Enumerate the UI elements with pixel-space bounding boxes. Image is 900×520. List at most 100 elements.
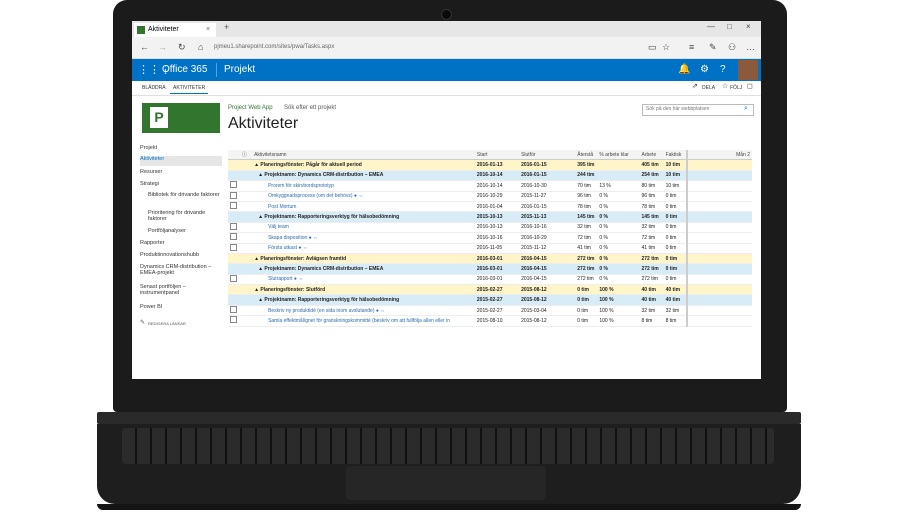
row-checkbox[interactable] bbox=[228, 232, 241, 244]
task-name-cell[interactable]: Prorem för skirvbordsprototyp bbox=[252, 180, 475, 192]
col-remaining[interactable]: Återstå bbox=[575, 150, 598, 161]
planning-window-row[interactable]: ▲ Planeringsfönster: Pågår för aktuell p… bbox=[228, 159, 752, 171]
notifications-icon[interactable]: 🔔 bbox=[678, 59, 690, 81]
share-link[interactable]: DELA bbox=[702, 85, 715, 91]
task-name-cell[interactable]: ▲ Planeringsfönster: Avlägsen framtid bbox=[252, 253, 475, 265]
project-group-row[interactable]: ▲ Projektnamn: Dynamics CRM-distribution… bbox=[228, 263, 752, 275]
more-icon[interactable]: … bbox=[746, 37, 755, 58]
checkbox[interactable] bbox=[230, 181, 237, 189]
site-search-box[interactable]: Sök på den här webbplatsen ⌕ bbox=[642, 104, 754, 116]
task-name-cell[interactable]: Samla effektmål/gnet för granskningskomm… bbox=[252, 315, 475, 327]
follow-link[interactable]: FÖLJ bbox=[730, 85, 742, 91]
nav-rapporter[interactable]: Rapporter bbox=[140, 240, 222, 246]
row-checkbox[interactable] bbox=[228, 170, 241, 182]
browser-tab[interactable]: Aktiviteter × bbox=[134, 23, 216, 37]
task-row[interactable]: Beskriv ny produktidé (en sida inom avsl… bbox=[228, 305, 752, 317]
user-avatar[interactable] bbox=[738, 60, 758, 80]
nav-strategi[interactable]: Strategi bbox=[140, 181, 222, 187]
close-window-icon[interactable]: × bbox=[746, 22, 751, 31]
row-checkbox[interactable] bbox=[228, 263, 241, 275]
task-name-cell[interactable]: ▲ Projektnamn: Dynamics CRM-distribution… bbox=[252, 263, 475, 275]
hub-icon[interactable]: ≡ bbox=[689, 37, 694, 58]
task-name-cell[interactable]: Skapa disposition ● ⇔ bbox=[252, 232, 475, 244]
tab-browse[interactable]: BLÄDDRA bbox=[142, 85, 166, 91]
project-group-row[interactable]: ▲ Projektnamn: Rapporteringsverktyg för … bbox=[228, 294, 752, 306]
edit-links[interactable]: REDIGERA LÄNKAR bbox=[148, 321, 186, 326]
nav-aktiviteter[interactable]: Aktiviteter bbox=[140, 156, 222, 166]
task-name-cell[interactable]: ▲ Planeringsfönster: Pågår för aktuell p… bbox=[252, 159, 475, 171]
row-checkbox[interactable] bbox=[228, 201, 241, 213]
task-row[interactable]: Första utkast ● ⇔ 2016-11-05 2015-11-12 41 … bbox=[228, 243, 752, 254]
task-name-cell[interactable]: Välj team bbox=[252, 222, 475, 234]
task-name-cell[interactable]: ▲ Projektnamn: Rapporteringsverktyg för … bbox=[252, 211, 475, 223]
task-name-cell[interactable]: ▲ Projektnamn: Rapporteringsverktyg för … bbox=[252, 294, 475, 306]
task-row[interactable]: Post Mortum 2016-01-04 2016-01-15 78 tim 0 %… bbox=[228, 201, 752, 213]
checkbox[interactable] bbox=[230, 316, 237, 324]
minimize-icon[interactable]: — bbox=[707, 22, 715, 31]
task-name-cell[interactable]: ▲ Projektnamn: Dynamics CRM-distribution… bbox=[252, 170, 475, 182]
share-icon[interactable]: ⚇ bbox=[728, 37, 736, 58]
focus-icon[interactable]: ◻ bbox=[747, 82, 753, 90]
checkbox[interactable] bbox=[230, 202, 237, 210]
web-note-icon[interactable]: ✎ bbox=[709, 37, 717, 58]
nav-portfoljanalyser[interactable]: Portföljanalyser bbox=[148, 228, 220, 234]
breadcrumb[interactable]: Project Web App bbox=[228, 105, 273, 111]
row-checkbox[interactable] bbox=[228, 191, 241, 202]
project-group-row[interactable]: ▲ Projektnamn: Rapporteringsverktyg för … bbox=[228, 211, 752, 223]
task-name-cell[interactable]: Post Mortum bbox=[252, 201, 475, 213]
close-tab-icon[interactable]: × bbox=[206, 23, 210, 37]
follow-star-icon[interactable]: ☆ bbox=[722, 82, 728, 90]
row-checkbox[interactable] bbox=[228, 315, 241, 327]
row-checkbox[interactable] bbox=[228, 222, 241, 234]
row-checkbox[interactable] bbox=[228, 305, 241, 317]
nav-bibliotek[interactable]: Bibliotek för drivande faktorer bbox=[148, 192, 220, 198]
task-name-cell[interactable]: Omkyggnadsprocess (om det behövs) ● ⇔ bbox=[252, 191, 475, 202]
settings-gear-icon[interactable]: ⚙ bbox=[700, 59, 709, 81]
project-search-link[interactable]: Sök efter ett projekt bbox=[284, 105, 336, 111]
checkbox[interactable] bbox=[230, 233, 237, 241]
nav-prioritering[interactable]: Prioritering för drivande faktorer bbox=[148, 210, 220, 222]
row-checkbox[interactable] bbox=[228, 211, 241, 223]
task-name-cell[interactable]: Första utkast ● ⇔ bbox=[252, 243, 475, 254]
checkbox[interactable] bbox=[230, 274, 237, 282]
header-select-all[interactable] bbox=[228, 150, 241, 161]
row-checkbox[interactable] bbox=[228, 274, 241, 286]
forward-button[interactable]: → bbox=[158, 37, 167, 58]
favorite-star-icon[interactable]: ☆ bbox=[662, 37, 670, 58]
col-start[interactable]: Start bbox=[474, 150, 520, 161]
checkbox[interactable] bbox=[230, 243, 237, 251]
planning-window-row[interactable]: ▲ Planeringsfönster: Slutförd 2015-02-27 2… bbox=[228, 284, 752, 296]
row-checkbox[interactable] bbox=[228, 243, 241, 254]
project-group-row[interactable]: ▲ Projektnamn: Dynamics CRM-distribution… bbox=[228, 170, 752, 182]
product-label[interactable]: Projekt bbox=[224, 59, 255, 81]
row-checkbox[interactable] bbox=[228, 284, 241, 296]
reading-view-icon[interactable]: ▭ bbox=[648, 37, 657, 58]
task-row[interactable]: Välj team 2016-10-13 2016-10-16 32 tim 0 % 32… bbox=[228, 222, 752, 234]
search-icon[interactable]: ⌕ bbox=[744, 105, 748, 113]
checkbox[interactable] bbox=[230, 191, 237, 199]
checkbox[interactable] bbox=[230, 306, 237, 314]
reload-button[interactable]: ↻ bbox=[178, 37, 186, 58]
tab-tasks[interactable]: AKTIVITETER bbox=[170, 83, 209, 94]
nav-produktinnovationshubb[interactable]: Produktinnovationshubb bbox=[140, 252, 222, 258]
col-percent-work[interactable]: % arbete klar bbox=[597, 150, 640, 161]
task-name-cell[interactable]: Beskriv ny produktidé (en sida inom avsl… bbox=[252, 305, 475, 317]
nav-projekt[interactable]: Projekt bbox=[140, 145, 222, 151]
nav-dynamics-crm[interactable]: Dynamics CRM-distribution – EMEA-projekt bbox=[140, 264, 222, 276]
col-finish[interactable]: Slutför bbox=[519, 150, 576, 161]
task-row[interactable]: Skapa disposition ● ⇔ 2016-10-16 2016-10-2… bbox=[228, 232, 752, 244]
planning-window-row[interactable]: ▲ Planeringsfönster: Avlägsen framtid 201… bbox=[228, 253, 752, 265]
row-checkbox[interactable] bbox=[228, 180, 241, 192]
task-row[interactable]: Prorem för skirvbordsprototyp 2016-10-14 2… bbox=[228, 180, 752, 192]
share-small-icon[interactable]: ⇗ bbox=[692, 82, 698, 90]
col-actual[interactable]: Faktisk bbox=[663, 150, 687, 161]
nav-resurser[interactable]: Resurser bbox=[140, 169, 222, 175]
row-checkbox[interactable] bbox=[228, 294, 241, 306]
row-checkbox[interactable] bbox=[228, 253, 241, 265]
address-bar[interactable]: pjmeu1.sharepoint.com/sites/pwa/Tasks.as… bbox=[214, 42, 644, 53]
task-row[interactable]: Samla effektmål/gnet för granskningskomm… bbox=[228, 315, 752, 327]
task-row[interactable]: Slutrapport ● ⇔ 2016-03-01 2016-04-15 272 t… bbox=[228, 274, 752, 286]
task-row[interactable]: Omkyggnadsprocess (om det behövs) ● ⇔ 201… bbox=[228, 191, 752, 202]
maximize-icon[interactable]: □ bbox=[727, 22, 732, 31]
nav-power-bi[interactable]: Power BI bbox=[140, 304, 222, 310]
